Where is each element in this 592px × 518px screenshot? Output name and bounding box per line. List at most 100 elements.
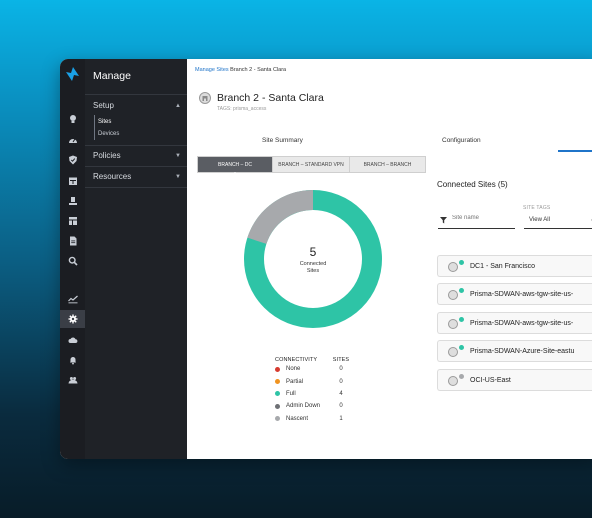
search-icon[interactable] — [60, 252, 85, 270]
status-dot — [459, 288, 464, 293]
nav-section-label: Setup — [93, 101, 114, 110]
app-window: Manage Setup ▲ Sites Devices Policies ▼ … — [60, 59, 592, 459]
legend-label: Nascent — [286, 415, 309, 422]
calendar-icon[interactable] — [60, 172, 85, 190]
site-list-item[interactable]: Prisma-SDWAN-aws-tgw-site-us- — [437, 312, 592, 334]
divider — [85, 187, 187, 188]
site-tags: TAGS: prisma_access — [217, 106, 267, 112]
connected-label-line2: Sites — [306, 268, 320, 275]
document-icon[interactable] — [60, 232, 85, 250]
site-building-icon — [199, 92, 211, 104]
donut-segment-nascent — [247, 190, 314, 245]
gauge-icon[interactable] — [60, 131, 85, 149]
site-list-item[interactable]: OCI-US-East — [437, 369, 592, 391]
status-dot — [275, 416, 280, 422]
legend-count: 0 — [339, 403, 343, 410]
legend-row: Admin Down 0 — [275, 400, 351, 412]
tab-active-underline — [558, 150, 592, 152]
connection-type-segmented-control: BRANCH – DC BRANCH – STANDARD VPN BRANCH… — [197, 156, 426, 173]
nav-section-policies[interactable]: Policies ▼ — [93, 151, 181, 160]
divider — [85, 145, 187, 146]
site-list-item[interactable]: DC1 - San Francisco — [437, 255, 592, 277]
legend-row: Nascent 1 — [275, 413, 351, 425]
lightbulb-icon[interactable] — [60, 110, 85, 128]
nav-item-devices[interactable]: Devices — [98, 131, 119, 137]
gear-icon[interactable] — [60, 310, 85, 328]
legend-count: 0 — [339, 366, 343, 373]
chevron-down-icon: ▼ — [175, 152, 181, 159]
site-icon — [448, 262, 458, 272]
status-dot — [275, 366, 280, 372]
status-dot — [459, 374, 464, 379]
chevron-up-icon: ▲ — [175, 102, 181, 109]
status-dot — [459, 345, 464, 350]
segment-branch-standard-vpn[interactable]: BRANCH – STANDARD VPN — [273, 157, 350, 172]
main-content: Manage Sites Branch 2 - Santa Clara Bran… — [187, 59, 592, 459]
site-icon — [448, 376, 458, 386]
divider — [85, 166, 187, 167]
site-icon — [448, 319, 458, 329]
connected-count: 5 — [309, 245, 317, 259]
site-name: DC1 - San Francisco — [470, 263, 535, 270]
site-icon — [448, 290, 458, 300]
nav-section-label: Policies — [93, 151, 121, 160]
site-name: Prisma-SDWAN-aws-tgw-site-us- — [470, 320, 574, 327]
chevron-down-icon: ▼ — [175, 173, 181, 180]
site-name-input[interactable] — [452, 215, 512, 221]
legend-rows: None 0 Partial 0 Full 4 Admin Down 0 Nas… — [275, 363, 351, 425]
breadcrumb: Manage Sites Branch 2 - Santa Clara — [195, 67, 286, 73]
legend-row: Partial 0 — [275, 375, 351, 387]
legend-header-connectivity: CONNECTIVITY — [275, 357, 318, 363]
status-dot — [275, 391, 280, 397]
site-name: OCI-US-East — [470, 377, 511, 384]
breadcrumb-current: Branch 2 - Santa Clara — [230, 67, 287, 73]
logo-icon — [66, 67, 79, 81]
connected-count-label: Connected Sites — [244, 261, 382, 275]
site-name-search[interactable] — [438, 209, 515, 229]
site-list-item[interactable]: Prisma-SDWAN-aws-tgw-site-us- — [437, 283, 592, 305]
user-desk-icon[interactable] — [60, 192, 85, 210]
breadcrumb-link[interactable]: Manage Sites — [195, 67, 229, 73]
legend-count: 0 — [339, 378, 343, 385]
status-dot — [459, 260, 464, 265]
filter-icon — [440, 217, 447, 224]
legend-label: Partial — [286, 378, 304, 385]
nav-section-setup[interactable]: Setup ▲ — [93, 101, 181, 110]
tab-site-summary[interactable]: Site Summary — [262, 137, 303, 144]
users-icon[interactable] — [60, 371, 85, 389]
connectivity-legend: CONNECTIVITY SITES None 0 Partial 0 Full… — [275, 357, 351, 425]
legend-label: None — [286, 366, 301, 373]
status-dot — [275, 403, 280, 409]
segment-branch-branch[interactable]: BRANCH – BRANCH — [350, 157, 425, 172]
layout-icon[interactable] — [60, 212, 85, 230]
legend-header: CONNECTIVITY SITES — [275, 357, 351, 363]
site-name: Prisma-SDWAN-Azure-Site-eastu — [470, 348, 575, 355]
status-dot — [275, 379, 280, 385]
legend-header-sites: SITES — [332, 357, 350, 363]
nav-section-label: Resources — [93, 172, 132, 181]
status-dot — [459, 317, 464, 322]
bell-icon[interactable] — [60, 351, 85, 369]
nav-panel-title: Manage — [93, 70, 131, 82]
icon-rail — [60, 59, 85, 459]
analytics-icon[interactable] — [60, 290, 85, 308]
segment-caret — [232, 172, 238, 175]
cloud-icon[interactable] — [60, 331, 85, 349]
site-tags-label: SITE TAGS — [523, 205, 551, 211]
manage-nav-panel: Manage Setup ▲ Sites Devices Policies ▼ … — [85, 59, 187, 459]
site-list-item[interactable]: Prisma-SDWAN-Azure-Site-eastu — [437, 340, 592, 362]
nav-subitem-indicator — [94, 115, 95, 140]
legend-count: 1 — [339, 415, 343, 422]
tab-configuration[interactable]: Configuration — [442, 137, 481, 144]
nav-section-resources[interactable]: Resources ▼ — [93, 172, 181, 181]
legend-row: Full 4 — [275, 388, 351, 400]
nav-item-sites[interactable]: Sites — [98, 119, 111, 125]
legend-label: Full — [286, 390, 296, 397]
shield-icon[interactable] — [60, 151, 85, 169]
segment-branch-dc[interactable]: BRANCH – DC — [198, 157, 273, 172]
site-tags-select[interactable]: View All ⌄ — [524, 214, 592, 229]
legend-row: None 0 — [275, 363, 351, 375]
divider — [85, 94, 187, 95]
connected-sites-title: Connected Sites (5) — [437, 180, 508, 189]
site-icon — [448, 347, 458, 357]
